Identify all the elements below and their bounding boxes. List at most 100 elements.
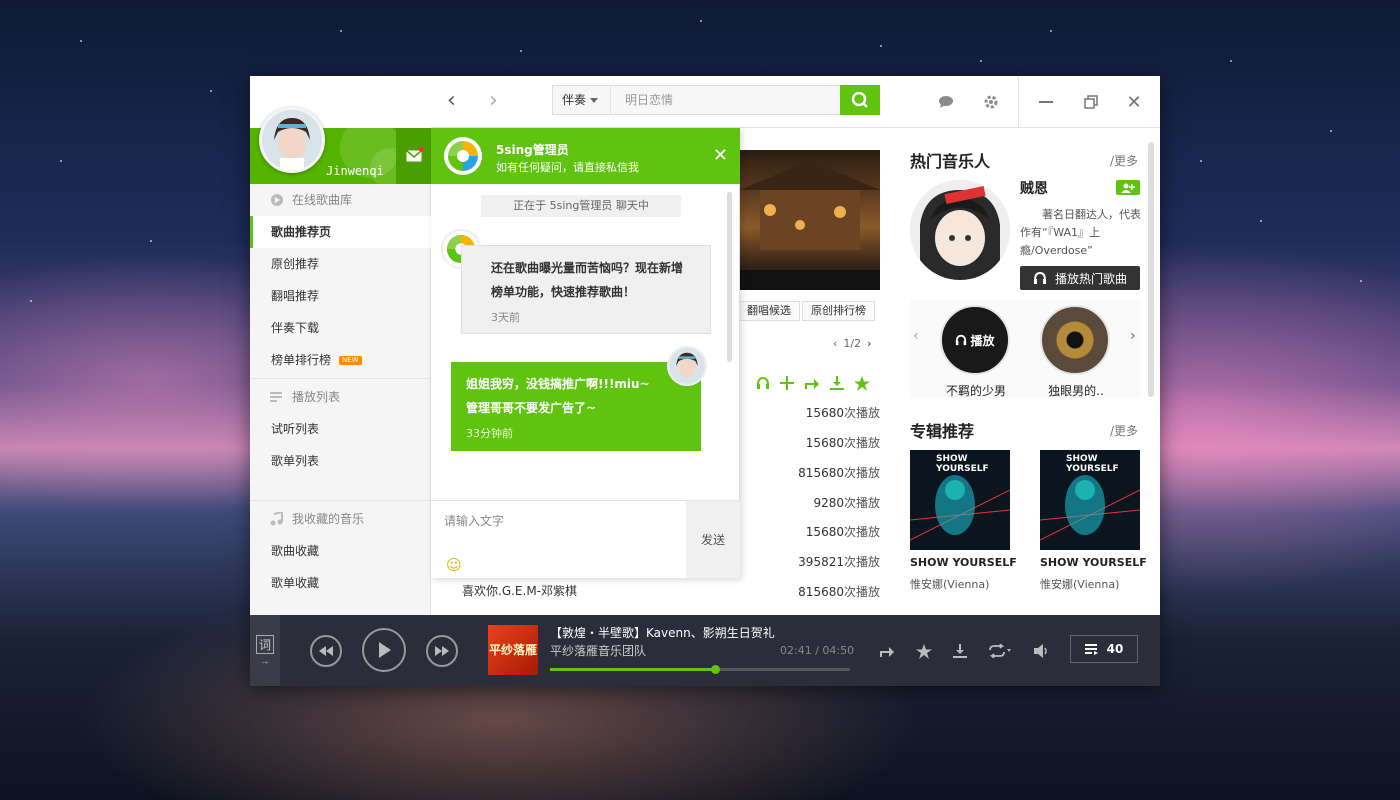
avatar[interactable] (259, 107, 325, 173)
close-icon[interactable]: ✕ (1124, 92, 1144, 113)
right-column: 热门音乐人 /更多 贼恩 著名日翻达人，代表作有“『WA1』上瘾/Overdos… (910, 128, 1150, 615)
message-time: 3天前 (491, 311, 520, 324)
sidebar-item-accompaniment[interactable]: 伴奏下载 (250, 312, 431, 344)
album-cover[interactable]: SHOW YOURSELF (910, 450, 1010, 550)
tag-cover-candidates[interactable]: 翻唱候选 (738, 301, 800, 321)
more-link[interactable]: /更多 (1110, 152, 1138, 169)
track-artist[interactable]: 平纱落雁音乐团队 (550, 642, 646, 659)
prev-page-icon[interactable]: ‹ (833, 337, 837, 350)
headphone-icon (1033, 271, 1046, 284)
progress-knob[interactable] (711, 665, 720, 674)
sidebar-section-favorites: 我收藏的音乐 (250, 503, 431, 535)
artist-thumb-label[interactable]: 独眼男的.. (1036, 382, 1116, 399)
banner-image[interactable] (740, 150, 880, 290)
search-input[interactable]: 明日恋情 (625, 86, 673, 114)
add-user-icon (1121, 183, 1135, 193)
back-icon[interactable]: ‹ (447, 90, 456, 112)
sidebar-item-song-favorites[interactable]: 歌曲收藏 (250, 535, 431, 567)
restore-icon[interactable] (1081, 92, 1101, 112)
music-note-icon (270, 512, 283, 526)
play-hot-songs-button[interactable]: 播放热门歌曲 (1020, 266, 1140, 290)
repeat-mode-icon[interactable] (986, 641, 1014, 661)
download-icon[interactable] (950, 641, 970, 661)
play-count: 15680次播放 (805, 436, 880, 450)
sidebar: 在线歌曲库 歌曲推荐页 原创推荐 翻唱推荐 伴奏下载 榜单排行榜 NEW 播放列表… (250, 128, 431, 615)
chat-input[interactable]: 请输入文字 ☺ (431, 500, 686, 578)
sidebar-section-library: 在线歌曲库 (250, 184, 431, 216)
headphone-icon (956, 334, 967, 346)
sidebar-item-charts[interactable]: 榜单排行榜 NEW (250, 344, 431, 376)
new-badge: NEW (339, 356, 362, 365)
top-bar: ‹ › 伴奏 明日恋情 ✕ (431, 76, 1160, 128)
next-button[interactable] (426, 635, 458, 667)
album-artist[interactable]: 惟安娜(Vienna) (910, 576, 989, 592)
album-cover[interactable]: SHOW YOURSELF (1040, 450, 1140, 550)
sidebar-item-original[interactable]: 原创推荐 (250, 248, 431, 280)
album-cover-text: SHOW YOURSELF (1066, 454, 1119, 474)
more-link[interactable]: /更多 (1110, 422, 1138, 439)
message-icon[interactable] (936, 92, 956, 112)
message-text: 姐姐我穷，没钱搞推广啊!!!miu~ (466, 377, 650, 391)
artist-thumb-label[interactable]: 不羁的少男 (936, 382, 1016, 399)
track-cover[interactable]: 平纱落雁 (488, 625, 538, 675)
playlist-button[interactable]: 40 (1070, 635, 1138, 663)
sidebar-item-song-recommend[interactable]: 歌曲推荐页 (250, 216, 431, 248)
star-icon (854, 375, 870, 391)
mail-button[interactable] (396, 128, 431, 184)
search-button[interactable] (840, 85, 880, 115)
tag-original-chart[interactable]: 原创排行榜 (802, 301, 875, 321)
album-title[interactable]: SHOW YOURSELF (910, 556, 1017, 569)
forward-icon[interactable]: › (489, 90, 498, 112)
track-time: 02:41 / 04:50 (780, 644, 855, 657)
chat-subtitle: 如有任何疑问，请直接私信我 (496, 161, 639, 174)
sidebar-item-list-favorites[interactable]: 歌单收藏 (250, 567, 431, 599)
sidebar-item-song-lists[interactable]: 歌单列表 (250, 445, 431, 477)
share-icon[interactable] (877, 641, 897, 661)
artist-carousel: ‹ › 播放 不羁的少男 独眼男的.. (910, 300, 1140, 398)
send-button[interactable]: 发送 (686, 500, 740, 578)
emoji-icon[interactable]: ☺ (446, 556, 462, 574)
lyric-toggle[interactable]: 词 → (250, 615, 280, 686)
rewind-icon (319, 646, 333, 656)
song-actions (740, 373, 880, 393)
search-type-select[interactable]: 伴奏 (553, 86, 611, 114)
album-title[interactable]: SHOW YOURSELF (1040, 556, 1147, 569)
divider (250, 378, 431, 379)
follow-button[interactable] (1116, 180, 1140, 195)
previous-button[interactable] (310, 635, 342, 667)
minimize-icon[interactable] (1036, 92, 1056, 112)
right-scrollbar[interactable] (1148, 142, 1154, 397)
sidebar-item-cover[interactable]: 翻唱推荐 (250, 280, 431, 312)
headphone-icon (757, 376, 769, 389)
volume-icon[interactable] (1032, 641, 1052, 661)
playlist-count: 40 (1106, 642, 1124, 656)
artist-thumb[interactable] (1040, 305, 1110, 375)
progress-fill (550, 668, 715, 671)
play-count: 815680次播放 (798, 585, 880, 599)
artist-avatar[interactable] (910, 180, 1010, 280)
notification-dot (419, 147, 424, 152)
sidebar-item-listen-list[interactable]: 试听列表 (250, 413, 431, 445)
artist-name[interactable]: 贼恩 (1020, 178, 1048, 198)
album-artist[interactable]: 惟安娜(Vienna) (1040, 576, 1119, 592)
chevron-left-icon[interactable]: ‹ (913, 328, 919, 344)
close-icon[interactable]: ✕ (713, 145, 728, 166)
play-circle-icon (271, 194, 283, 206)
page-indicator: 1/2 (843, 337, 862, 350)
track-title[interactable]: 【敦煌・半壁歌】Kavenn、影朔生日贺礼 (550, 624, 775, 641)
arrow-right-icon: → (261, 657, 269, 667)
gear-icon[interactable] (981, 92, 1001, 112)
artist-description: 著名日翻达人，代表作有“『WA1』上瘾/Overdose” (1020, 208, 1141, 257)
play-button[interactable] (362, 628, 406, 672)
song-title[interactable]: 喜欢你.G.E.M-邓紫棋 (462, 582, 577, 599)
pager: ‹ 1/2 › (833, 337, 872, 350)
progress-bar[interactable] (550, 665, 850, 674)
artist-thumb[interactable]: 播放 (940, 305, 1010, 375)
username[interactable]: Jinwenqi (326, 164, 384, 178)
next-page-icon[interactable]: › (867, 337, 871, 350)
chat-scrollbar[interactable] (727, 192, 732, 362)
star-icon[interactable] (914, 641, 934, 661)
search-box: 伴奏 明日恋情 (552, 85, 880, 115)
chevron-right-icon[interactable]: › (1130, 328, 1136, 344)
admin-logo (444, 137, 482, 175)
